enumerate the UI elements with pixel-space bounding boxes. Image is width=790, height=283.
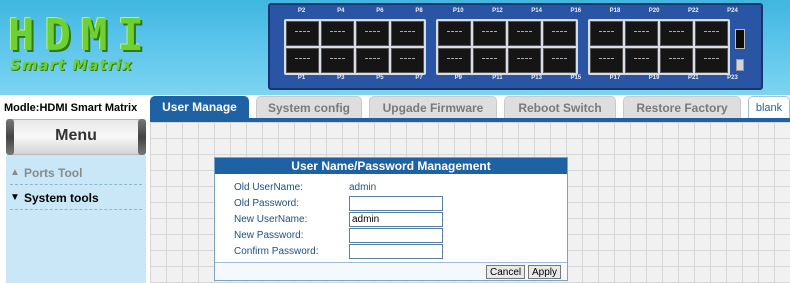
rj45-port-icon <box>660 21 693 46</box>
port-label: P14 <box>531 8 542 14</box>
old-username-row: Old UserName: admin <box>234 179 376 195</box>
old-password-input[interactable] <box>349 195 443 211</box>
tab-upgrade-firmware[interactable]: Upgade Firmware <box>369 96 497 118</box>
port-label: P6 <box>376 8 384 14</box>
old-password-row: Old Password: <box>234 195 443 211</box>
cancel-button[interactable]: Cancel <box>486 265 525 279</box>
rj45-port-icon <box>508 48 541 73</box>
rj45-port-icon <box>438 48 471 73</box>
port-label: P8 <box>415 8 423 14</box>
port-label: P10 <box>452 8 464 14</box>
port-label: P3 <box>337 75 345 81</box>
port-label: P5 <box>376 75 384 81</box>
port-label: P17 <box>609 75 621 81</box>
rj45-port-icon <box>625 48 658 73</box>
menu-bar-cap <box>138 119 146 155</box>
new-username-input[interactable] <box>349 211 443 227</box>
new-password-input[interactable] <box>349 227 443 243</box>
usb-port-icon <box>735 29 745 49</box>
rj45-port-icon <box>391 21 424 46</box>
logo-subtitle: Smart Matrix <box>10 56 133 74</box>
port-label: P2 <box>297 8 306 14</box>
port-label: P1 <box>297 75 306 81</box>
sidebar-item-system-tools[interactable]: ▼ System tools <box>10 186 142 210</box>
port-label: P18 <box>609 8 621 14</box>
old-username-value: admin <box>349 181 377 193</box>
sidebar-item-ports-tool[interactable]: ▲ Ports Tool <box>10 161 142 185</box>
rj45-port-icon <box>695 21 728 46</box>
port-label: P22 <box>687 8 699 14</box>
rj45-port-icon <box>543 21 576 46</box>
expanded-arrow-icon: ▼ <box>10 192 20 203</box>
rj45-port-icon <box>590 48 623 73</box>
port-label: P15 <box>570 75 582 81</box>
new-password-row: New Password: <box>234 227 443 243</box>
port-group-2 <box>436 19 578 75</box>
confirm-password-row: Confirm Password: <box>234 243 443 259</box>
confirm-password-input[interactable] <box>349 243 443 259</box>
dialog-footer: Cancel Apply <box>215 262 567 280</box>
logo-title: HDMI <box>8 10 154 61</box>
tab-reboot-switch[interactable]: Reboot Switch <box>504 96 616 118</box>
rj45-port-icon <box>286 21 319 46</box>
port-label: P12 <box>492 8 503 14</box>
header-banner: HDMI Smart Matrix P2 P4 P6 P8 P10 P12 P1… <box>0 0 790 95</box>
new-password-label: New Password: <box>234 229 304 241</box>
sidebar-item-label: System tools <box>24 190 99 205</box>
port-label: P16 <box>570 8 582 14</box>
tab-user-manage[interactable]: User Manage <box>150 96 249 118</box>
rj45-port-icon <box>508 21 541 46</box>
tab-bar: User Manage System config Upgade Firmwar… <box>150 96 790 118</box>
rj45-port-icon <box>356 48 389 73</box>
new-username-row: New UserName: <box>234 211 443 227</box>
port-label: P23 <box>727 75 738 81</box>
led-indicator-icon <box>736 59 744 71</box>
rj45-port-icon <box>660 48 693 73</box>
switch-front-panel: P2 P4 P6 P8 P10 P12 P14 P16 P18 P20 P22 … <box>268 3 763 90</box>
model-label: Modle:HDMI Smart Matrix <box>4 102 138 114</box>
tab-restore-factory[interactable]: Restore Factory <box>623 96 741 118</box>
rj45-port-icon <box>356 21 389 46</box>
rj45-port-icon <box>321 21 354 46</box>
menu-bar-cap <box>6 119 14 155</box>
port-label: P11 <box>492 75 503 81</box>
rj45-port-icon <box>695 48 728 73</box>
port-group-1 <box>284 19 426 75</box>
menu-title: Menu <box>55 127 97 144</box>
rj45-port-icon <box>625 21 658 46</box>
rj45-port-icon <box>473 21 506 46</box>
user-password-dialog: User Name/Password Management Old UserNa… <box>214 157 568 281</box>
rj45-port-icon <box>438 21 471 46</box>
port-label: P24 <box>727 8 738 14</box>
port-label: P9 <box>454 75 462 81</box>
port-label: P13 <box>531 75 542 81</box>
old-password-label: Old Password: <box>234 197 300 209</box>
rj45-port-icon <box>590 21 623 46</box>
port-label: P7 <box>415 75 423 81</box>
port-labels-bottom: P1 P3 P5 P7 P9 P11 P13 P15 P17 P19 P21 P… <box>282 75 752 81</box>
menu-header: Menu <box>6 119 146 155</box>
apply-button[interactable]: Apply <box>528 265 561 279</box>
new-username-label: New UserName: <box>234 213 308 225</box>
rj45-port-icon <box>321 48 354 73</box>
dialog-title: User Name/Password Management <box>215 158 567 174</box>
port-label: P21 <box>687 75 699 81</box>
rj45-port-icon <box>543 48 576 73</box>
rj45-port-icon <box>286 48 319 73</box>
sidebar-item-label: Ports Tool <box>24 165 83 180</box>
port-label: P20 <box>648 8 660 14</box>
port-label: P19 <box>648 75 660 81</box>
rj45-port-icon <box>473 48 506 73</box>
port-labels-top: P2 P4 P6 P8 P10 P12 P14 P16 P18 P20 P22 … <box>282 8 752 14</box>
collapsed-arrow-icon: ▲ <box>10 167 20 178</box>
confirm-password-label: Confirm Password: <box>234 245 319 257</box>
sidebar-menu: ▲ Ports Tool ▼ System tools <box>6 155 146 283</box>
port-label: P4 <box>337 8 345 14</box>
tab-system-config[interactable]: System config <box>256 96 362 118</box>
old-username-label: Old UserName: <box>234 181 303 193</box>
sidebar: Modle:HDMI Smart Matrix Menu ▲ Ports Too… <box>0 95 150 283</box>
tab-blank[interactable]: blank <box>748 96 790 118</box>
port-group-3 <box>588 19 730 75</box>
rj45-port-icon <box>391 48 424 73</box>
